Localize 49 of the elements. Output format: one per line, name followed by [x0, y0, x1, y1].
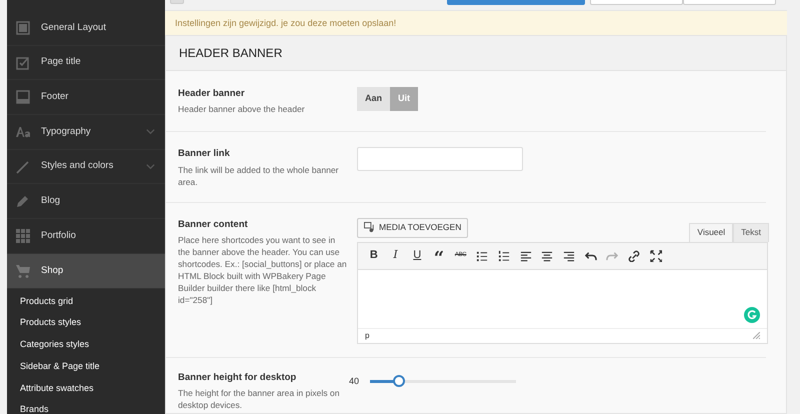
add-media-button[interactable]: MEDIA TOEVOEGEN	[357, 218, 468, 238]
layout-icon	[16, 20, 30, 35]
submenu-item[interactable]: Sidebar & Page title	[7, 356, 165, 378]
blockquote-button[interactable]: “	[428, 246, 450, 266]
align-right-icon	[563, 250, 576, 262]
numbered-list-icon	[498, 250, 510, 262]
element-path: p	[365, 330, 370, 342]
editor-tab[interactable]: Visueel	[689, 222, 734, 242]
submenu-item[interactable]: Attribute swatches	[7, 378, 165, 400]
link-icon	[628, 250, 640, 262]
field-description: Header banner above the header	[178, 103, 306, 116]
cart-icon	[16, 264, 30, 278]
italic-button[interactable]: I	[384, 246, 406, 266]
submenu-item[interactable]: Products styles	[7, 312, 165, 334]
field-label: Banner height for desktop	[178, 370, 298, 384]
field-description: The link will be added to the whole banner area.	[178, 164, 340, 188]
grammar-assistant-icon[interactable]	[744, 306, 760, 322]
brush-icon	[16, 160, 30, 174]
submenu-item[interactable]: Categories styles	[7, 334, 165, 356]
align-center-icon	[541, 250, 554, 262]
section-title: HEADER BANNER	[166, 36, 786, 71]
link-input[interactable]	[357, 147, 523, 172]
underline-button[interactable]: U	[406, 246, 428, 266]
checkbox-icon	[16, 56, 30, 70]
slider-thumb[interactable]	[393, 375, 406, 388]
bulleted-list-icon	[476, 250, 488, 262]
slider-value: 40	[349, 374, 360, 388]
undo-icon	[584, 250, 597, 262]
submenu-item[interactable]: Products grid	[7, 290, 165, 312]
grid-icon	[16, 228, 30, 243]
sidebar-item[interactable]: Shop	[7, 254, 165, 288]
fullscreen-icon	[650, 250, 662, 262]
bold-button[interactable]: B	[363, 246, 385, 266]
redo-icon	[606, 250, 618, 262]
field-label: Banner link	[178, 147, 231, 162]
editor-tab[interactable]: Tekst	[733, 222, 769, 242]
toggle-option[interactable]: Aan	[357, 87, 390, 111]
field-label: Header banner	[178, 87, 246, 101]
align-left-icon	[520, 250, 532, 262]
footer-icon	[16, 90, 30, 104]
font-icon	[16, 124, 30, 139]
media-icon	[364, 222, 375, 233]
notice-message: Instellingen zijn gewijzigd. je zou deze moeten opslaan!	[165, 10, 787, 35]
field-description: Place here shortcodes you want to see in the banner above the header. You can use shortcodes. Ex.: [social_buttons] or place an HTML Block built with WPBakery Page Builder builder there like [html_block id="258"]	[178, 234, 348, 306]
pencil-icon	[16, 194, 30, 208]
field-description: The height for the banner area in pixels on desktop devices.	[178, 386, 340, 411]
submenu-item[interactable]: Brands	[7, 399, 165, 414]
resize-handle-icon[interactable]	[753, 332, 760, 339]
field-label: Banner content	[178, 218, 249, 232]
